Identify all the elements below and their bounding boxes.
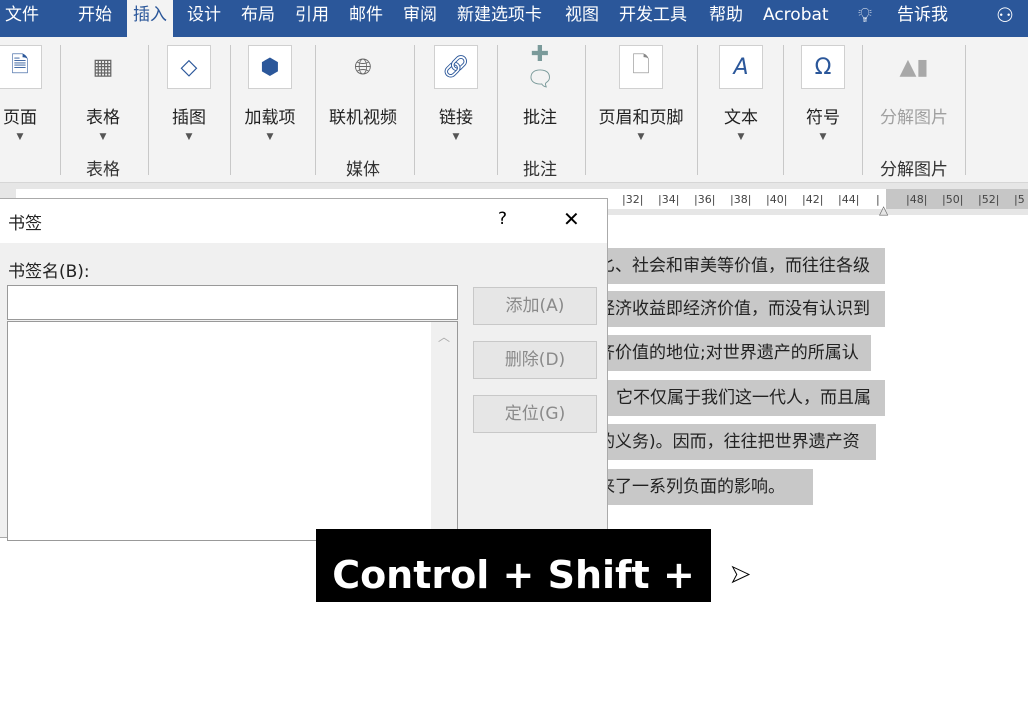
group-label-media: 媒体 [313, 155, 413, 180]
dialog-title-bar[interactable]: 书签 ? ✕ [0, 199, 607, 243]
addin-icon: ⬢ [248, 45, 292, 89]
tab-references[interactable]: 引用 [295, 0, 329, 37]
close-icon[interactable]: ✕ [563, 207, 580, 231]
tab-mailings[interactable]: 邮件 [349, 0, 383, 37]
goto-button[interactable]: 定位(G) [473, 395, 597, 433]
illustrations-button[interactable]: ◇插图▼ [144, 45, 234, 142]
comment-button[interactable]: ✚🗨︎批注 [495, 45, 585, 128]
lightbulb-icon[interactable]: 💡︎ [858, 0, 872, 37]
delete-button[interactable]: 删除(D) [473, 341, 597, 379]
list-scrollbar[interactable]: ︿ [431, 322, 457, 540]
tab-insert[interactable]: 插入 [127, 0, 173, 37]
add-button[interactable]: 添加(A) [473, 287, 597, 325]
share-user-icon[interactable]: ⚇ [996, 0, 1014, 37]
keystroke-overlay: Control + Shift + F5 [316, 529, 711, 602]
split-picture-icon: ▲▮ [892, 45, 936, 89]
comment-icon: ✚🗨︎ [518, 45, 562, 89]
header-footer-icon: 🗋 [619, 45, 663, 89]
tab-home[interactable]: 开始 [78, 0, 112, 37]
page-icon: 🗎 [0, 45, 42, 89]
split-picture-button[interactable]: ▲▮分解图片 [869, 45, 959, 128]
tab-help[interactable]: 帮助 [709, 0, 743, 37]
header-footer-button[interactable]: 🗋页眉和页脚▼ [586, 45, 696, 142]
symbol-icon: Ω [801, 45, 845, 89]
illustration-icon: ◇ [167, 45, 211, 89]
bookmark-dialog: 书签 ? ✕ 书签名(B): ︿ 添加(A) 删除(D) 定位(G) [0, 198, 608, 538]
table-icon: ▦ [81, 45, 125, 89]
tab-developer[interactable]: 开发工具 [619, 0, 687, 37]
tab-view[interactable]: 视图 [565, 0, 599, 37]
text-icon: A [719, 45, 763, 89]
tab-layout[interactable]: 布局 [241, 0, 275, 37]
tab-review[interactable]: 审阅 [403, 0, 437, 37]
text-button[interactable]: A文本▼ [696, 45, 786, 142]
pages-button[interactable]: 🗎页面▼ [0, 45, 65, 142]
bookmark-name-label: 书签名(B): [8, 257, 90, 282]
bookmark-list[interactable]: ︿ [7, 321, 458, 541]
help-icon[interactable]: ? [498, 209, 507, 229]
table-button[interactable]: ▦表格▼ [58, 45, 148, 142]
ribbon-tab-bar: 文件 开始 插入 设计 布局 引用 邮件 审阅 新建选项卡 视图 开发工具 帮助… [0, 0, 1028, 37]
mouse-cursor-icon: ➤ [730, 560, 750, 588]
bookmark-name-input[interactable] [7, 285, 458, 320]
online-video-button[interactable]: 🌐︎联机视频 [318, 45, 408, 128]
group-label-comments: 批注 [490, 155, 590, 180]
links-button[interactable]: 🔗︎链接▼ [411, 45, 501, 142]
tab-new[interactable]: 新建选项卡 [457, 0, 542, 37]
tab-design[interactable]: 设计 [187, 0, 221, 37]
tell-me[interactable]: 告诉我 [897, 0, 948, 37]
group-label-table: 表格 [53, 155, 153, 180]
right-indent-marker[interactable]: △ [879, 203, 888, 217]
addins-button[interactable]: ⬢加载项▼ [225, 45, 315, 142]
ribbon: 🗎页面▼ ▦表格▼ ◇插图▼ ⬢加载项▼ 🌐︎联机视频 🔗︎链接▼ ✚🗨︎批注 … [0, 37, 1028, 183]
tab-acrobat[interactable]: Acrobat [763, 0, 829, 37]
dialog-title: 书签 [8, 209, 42, 234]
symbols-button[interactable]: Ω符号▼ [778, 45, 868, 142]
online-video-icon: 🌐︎ [341, 45, 385, 89]
tab-file[interactable]: 文件 [5, 0, 39, 37]
group-label-split-picture: 分解图片 [864, 155, 964, 180]
link-icon: 🔗︎ [434, 45, 478, 89]
